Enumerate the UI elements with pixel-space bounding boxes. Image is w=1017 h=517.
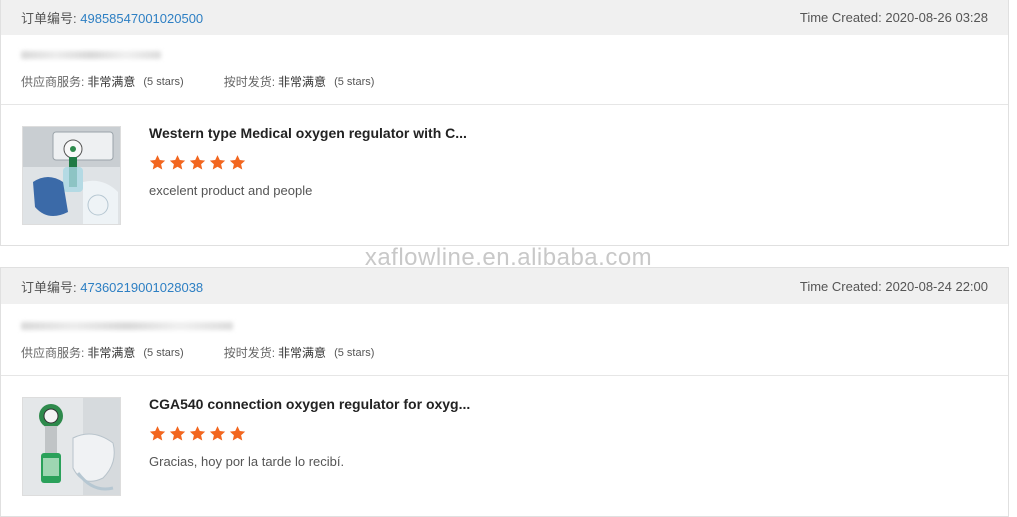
order-id: 订单编号: 47360219001028038: [21, 277, 203, 296]
supplier-service-stars: (5 stars): [143, 75, 184, 88]
order-card: 订单编号: 47360219001028038 Time Created: 20…: [0, 267, 1009, 517]
order-id: 订单编号: 49858547001020500: [21, 8, 203, 27]
time-created: Time Created: 2020-08-24 22:00: [799, 278, 988, 294]
order-header: 订单编号: 49858547001020500 Time Created: 20…: [1, 0, 1008, 35]
supplier-service-stars: (5 stars): [143, 346, 184, 359]
seller-ratings: 供应商服务: 非常满意 (5 stars) 按时发货: 非常满意 (5 star…: [21, 73, 374, 90]
star-icon: [169, 426, 186, 441]
supplier-service-value: 非常满意: [87, 346, 136, 360]
star-icon: [209, 155, 226, 170]
product-thumbnail[interactable]: [22, 397, 121, 496]
blurred-buyer-info: [21, 322, 233, 330]
on-time-shipping-value: 非常满意: [278, 346, 327, 360]
on-time-shipping-stars: (5 stars): [334, 346, 375, 359]
star-icon: [229, 426, 246, 441]
rating-stars: [149, 154, 246, 171]
star-icon: [189, 155, 206, 170]
star-icon: [229, 155, 246, 170]
star-icon: [169, 155, 186, 170]
product-title-link[interactable]: Western type Medical oxygen regulator wi…: [149, 125, 467, 141]
star-icon: [149, 426, 166, 441]
on-time-shipping-stars: (5 stars): [334, 75, 375, 88]
seller-ratings: 供应商服务: 非常满意 (5 stars) 按时发货: 非常满意 (5 star…: [21, 344, 374, 361]
product-title-link[interactable]: CGA540 connection oxygen regulator for o…: [149, 396, 470, 412]
order-header: 订单编号: 47360219001028038 Time Created: 20…: [1, 268, 1008, 304]
order-number-link[interactable]: 47360219001028038: [80, 280, 203, 295]
supplier-service-value: 非常满意: [87, 75, 136, 89]
review-comment: Gracias, hoy por la tarde lo recibí.: [149, 454, 345, 469]
blurred-buyer-info: [21, 51, 161, 59]
on-time-shipping-value: 非常满意: [278, 75, 327, 89]
divider: [1, 375, 1008, 376]
oxygen-regulator-image: [23, 398, 120, 495]
time-created: Time Created: 2020-08-26 03:28: [799, 9, 988, 25]
order-number-link[interactable]: 49858547001020500: [80, 11, 203, 26]
product-thumbnail[interactable]: [22, 126, 121, 225]
divider: [1, 104, 1008, 105]
on-time-shipping-label: 按时发货:: [223, 75, 276, 89]
star-icon: [209, 426, 226, 441]
order-number-label: 订单编号:: [21, 10, 77, 26]
order-number-label: 订单编号:: [21, 279, 77, 295]
supplier-service-label: 供应商服务:: [21, 75, 85, 89]
supplier-service-label: 供应商服务:: [21, 346, 85, 360]
oxygen-regulator-image: [23, 127, 120, 224]
star-icon: [149, 155, 166, 170]
star-icon: [189, 426, 206, 441]
review-comment: excelent product and people: [149, 183, 313, 198]
on-time-shipping-label: 按时发货:: [223, 346, 276, 360]
order-card: 订单编号: 49858547001020500 Time Created: 20…: [0, 0, 1009, 246]
rating-stars: [149, 425, 246, 442]
